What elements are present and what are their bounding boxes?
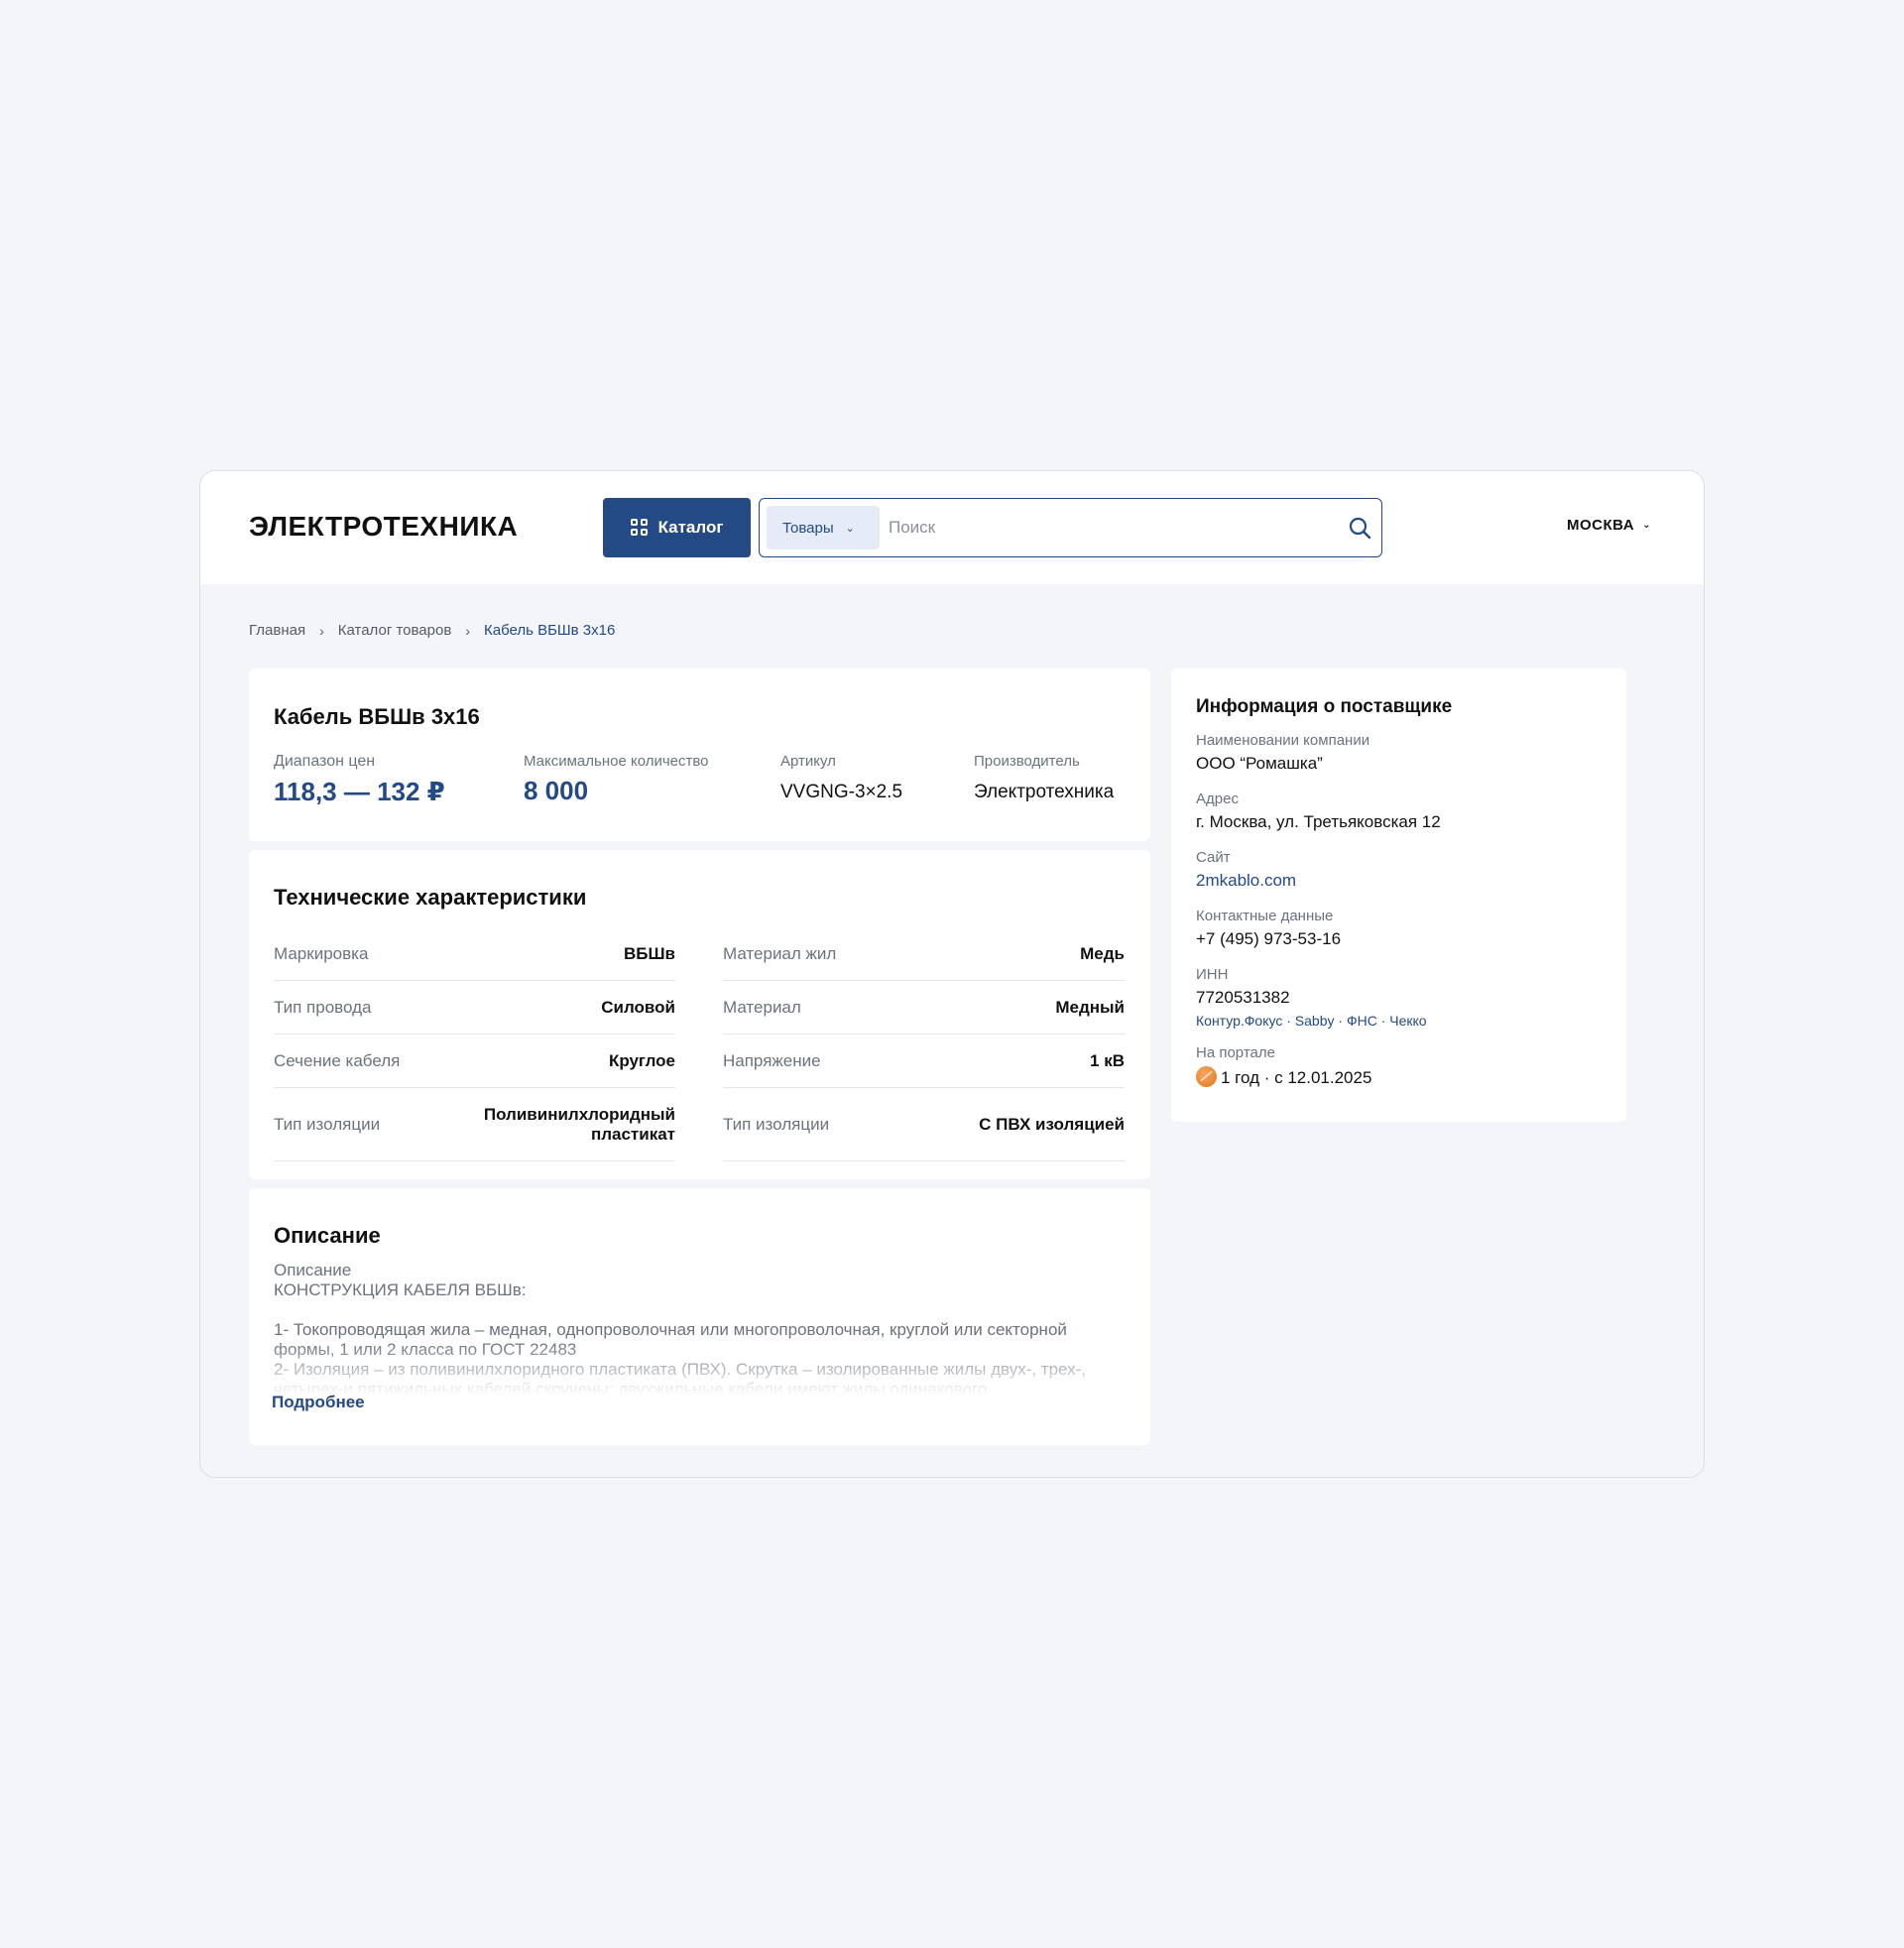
description-title: Описание [274, 1223, 381, 1248]
supplier-inn-value: 7720531382 [1196, 988, 1290, 1007]
spec-value: ВБШв [623, 943, 675, 963]
supplier-portal: На портале 1 год · с 12.01.2025 [1196, 1044, 1371, 1088]
supplier-company: Наименовании компании ООО “Ромашка” [1196, 732, 1369, 774]
supplier-title: Информация о поставщике [1196, 696, 1453, 717]
link-sabby[interactable]: Sabby [1295, 1013, 1335, 1029]
description-paragraph: 2- Изоляция – из поливинилхлоридного пла… [274, 1360, 1087, 1396]
spec-value: Медь [1080, 943, 1125, 963]
description-card: Описание Описание КОНСТРУКЦИЯ КАБЕЛЯ ВБШ… [249, 1188, 1150, 1445]
supplier-portal-row: 1 год · с 12.01.2025 [1196, 1066, 1371, 1088]
spec-row: Сечение кабеля Круглое [274, 1035, 675, 1088]
spec-row: Маркировка ВБШв [274, 927, 675, 981]
link-checko[interactable]: Чекко [1389, 1013, 1426, 1029]
spec-key: Сечение кабеля [274, 1050, 401, 1070]
chevron-right-icon: › [465, 622, 470, 639]
breadcrumb-catalog[interactable]: Каталог товаров [338, 622, 452, 639]
supplier-portal-label: На портале [1196, 1044, 1275, 1061]
city-label: МОСКВА [1567, 517, 1635, 534]
supplier-address-value: г. Москва, ул. Третьяковская 12 [1196, 812, 1441, 831]
supplier-inn: ИНН 7720531382 Контур.Фокус · Sabby · ФН… [1196, 966, 1427, 1029]
chevron-down-icon: ⌄ [845, 522, 855, 535]
search-scope-label: Товары [782, 519, 834, 537]
price-range-label: Диапазон цен [274, 753, 376, 770]
description-text: Описание КОНСТРУКЦИЯ КАБЕЛЯ ВБШв: 1- Ток… [274, 1261, 1127, 1396]
spec-value: Силовой [601, 997, 675, 1017]
max-quantity-value: 8 000 [524, 776, 589, 805]
search-icon[interactable] [1348, 516, 1371, 540]
breadcrumb: Главная › Каталог товаров › Кабель ВБШв … [249, 622, 615, 639]
supplier-contacts-value: +7 (495) 973-53-16 [1196, 929, 1342, 948]
spec-value: Медный [1055, 997, 1125, 1017]
chevron-down-icon: ⌄ [1642, 520, 1651, 531]
catalog-button[interactable]: Каталог [603, 498, 751, 557]
sku-value: VVGNG-3×2.5 [780, 782, 903, 802]
specs-left-column: Маркировка ВБШв Тип провода Силовой Сече… [274, 927, 675, 1161]
logo[interactable]: ЭЛЕКТРОТЕХНИКА [249, 511, 518, 543]
search-input[interactable] [889, 507, 1325, 548]
spec-key: Материал [723, 997, 801, 1017]
max-quantity-label: Максимальное количество [524, 753, 709, 770]
tech-specs-card: Технические характеристики Маркировка ВБ… [249, 850, 1150, 1179]
breadcrumb-current: Кабель ВБШв 3х16 [483, 622, 616, 639]
spec-key: Маркировка [274, 943, 369, 963]
product-card: Кабель ВБШв 3х16 Диапазон цен 118,3 — 13… [249, 669, 1150, 841]
manufacturer-label: Производитель [974, 753, 1080, 770]
supplier-company-label: Наименовании компании [1196, 732, 1370, 749]
supplier-inn-label: ИНН [1196, 966, 1229, 983]
spec-row: Тип провода Силовой [274, 981, 675, 1035]
catalog-button-label: Каталог [657, 518, 724, 537]
supplier-address-label: Адрес [1196, 791, 1239, 807]
manufacturer-value: Электротехника [974, 782, 1115, 802]
specs-right-column: Материал жил Медь Материал Медный Напряж… [723, 927, 1125, 1161]
header: ЭЛЕКТРОТЕХНИКА Каталог Товары ⌄ МОСКВА ⌄ [200, 471, 1704, 584]
read-more-link[interactable]: Подробнее [272, 1393, 365, 1412]
grid-icon [630, 519, 649, 537]
spec-value: С ПВХ изоляцией [979, 1114, 1125, 1134]
spec-value: Круглое [608, 1050, 675, 1070]
description-heading: КОНСТРУКЦИЯ КАБЕЛЯ ВБШв: [274, 1280, 527, 1299]
spec-row: Напряжение 1 кВ [723, 1035, 1125, 1088]
link-fns[interactable]: ФНС [1347, 1013, 1377, 1029]
spec-key: Напряжение [723, 1050, 821, 1070]
supplier-card: Информация о поставщике Наименовании ком… [1171, 669, 1626, 1122]
spec-value: Поливинилхлоридный пластикат [483, 1104, 675, 1144]
price-range-value: 118,3 — 132 ₽ [274, 777, 445, 806]
link-kontur-fokus[interactable]: Контур.Фокус [1196, 1013, 1282, 1029]
page-frame: ЭЛЕКТРОТЕХНИКА Каталог Товары ⌄ МОСКВА ⌄ [199, 470, 1705, 1478]
description-paragraph: 1- Токопроводящая жила – медная, однопро… [274, 1320, 1067, 1359]
supplier-site-label: Сайт [1196, 849, 1231, 866]
spec-row: Материал жил Медь [723, 927, 1125, 981]
product-title: Кабель ВБШв 3х16 [274, 704, 480, 729]
chevron-right-icon: › [319, 622, 324, 639]
sku-label: Артикул [780, 753, 836, 770]
city-selector[interactable]: МОСКВА ⌄ [1567, 517, 1651, 534]
supplier-company-value: ООО “Ромашка” [1196, 754, 1323, 773]
supplier-address: Адрес г. Москва, ул. Третьяковская 12 [1196, 791, 1441, 832]
description-subtitle: Описание [274, 1261, 352, 1279]
search-box: Товары ⌄ [759, 498, 1382, 557]
supplier-site: Сайт 2mkablo.com [1196, 849, 1296, 891]
supplier-site-link[interactable]: 2mkablo.com [1196, 871, 1296, 891]
tech-specs-title: Технические характеристики [274, 885, 587, 910]
spec-value: 1 кВ [1090, 1050, 1125, 1070]
medal-icon [1196, 1066, 1217, 1087]
manufacturer: Производитель Электротехника [974, 753, 1114, 803]
spec-row: Тип изоляции С ПВХ изоляцией [723, 1088, 1125, 1161]
description-spacer [274, 1300, 1127, 1320]
spec-key: Материал жил [723, 943, 837, 963]
spec-row: Материал Медный [723, 981, 1125, 1035]
spec-row: Тип изоляции Поливинилхлоридный пластика… [274, 1088, 675, 1161]
spec-key: Тип изоляции [723, 1114, 830, 1134]
spec-key: Тип провода [274, 997, 372, 1017]
search-scope-select[interactable]: Товары ⌄ [767, 506, 880, 549]
breadcrumb-home[interactable]: Главная [249, 622, 305, 639]
price-range: Диапазон цен 118,3 — 132 ₽ [274, 753, 445, 807]
supplier-portal-value: 1 год · с 12.01.2025 [1221, 1068, 1372, 1087]
max-quantity: Максимальное количество 8 000 [524, 753, 709, 806]
inn-check-links: Контур.Фокус · Sabby · ФНС · Чекко [1196, 1013, 1427, 1029]
sku: Артикул VVGNG-3×2.5 [780, 753, 902, 803]
supplier-contacts: Контактные данные +7 (495) 973-53-16 [1196, 908, 1341, 949]
spec-key: Тип изоляции [274, 1114, 381, 1134]
supplier-contacts-label: Контактные данные [1196, 908, 1334, 924]
